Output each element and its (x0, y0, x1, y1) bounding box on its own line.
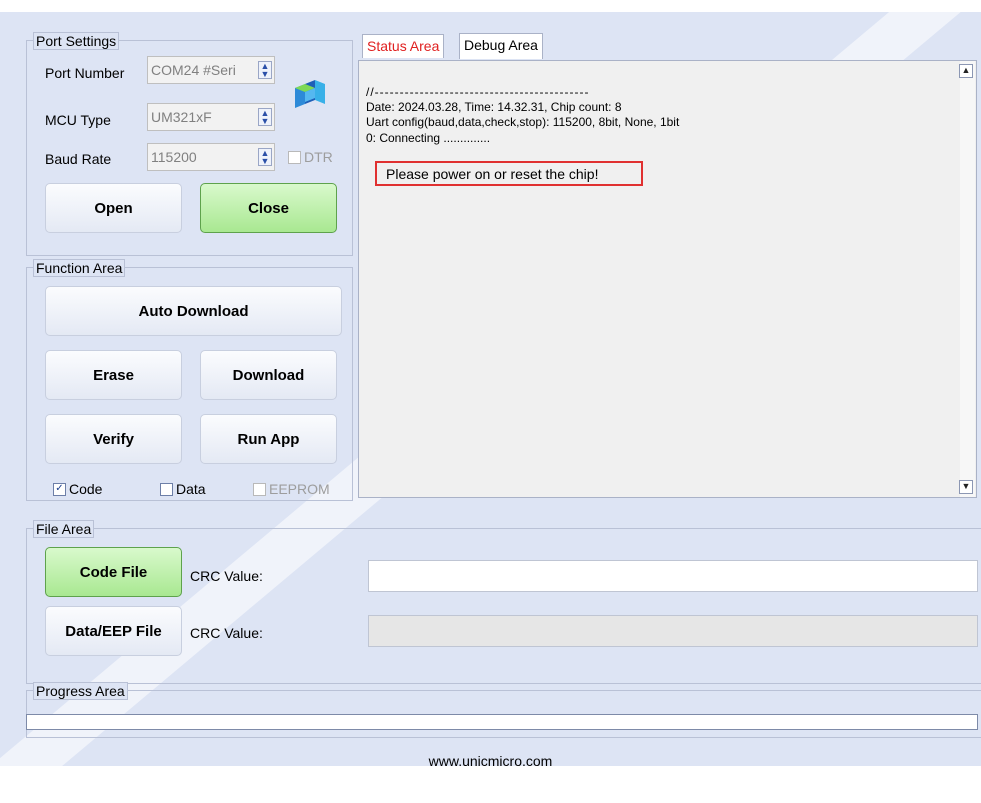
checkbox-box-icon (288, 150, 301, 164)
spin-arrows-icon[interactable]: ▲ ▼ (258, 148, 272, 166)
eeprom-label: EEPROM (269, 481, 330, 497)
file-area-legend: File Area (33, 520, 95, 538)
data-eep-file-button[interactable]: Data/EEP File (45, 606, 182, 656)
open-button[interactable]: Open (45, 183, 182, 233)
progress-area-legend: Progress Area (33, 682, 128, 700)
dtr-label: DTR (304, 149, 333, 165)
log-line: //--------------------------------------… (366, 85, 590, 99)
code-label: Code (69, 481, 103, 497)
log-line: Uart config(baud,data,check,stop): 11520… (366, 115, 680, 129)
baud-rate-value: 115200 (151, 149, 197, 165)
erase-button[interactable]: Erase (45, 350, 182, 400)
run-app-button[interactable]: Run App (200, 414, 337, 464)
footer-website: www.unicmicro.com (428, 753, 553, 769)
spin-arrows-icon[interactable]: ▲ ▼ (258, 61, 272, 79)
port-number-label: Port Number (45, 65, 125, 81)
app-logo-icon (293, 78, 327, 112)
checkbox-box-icon (160, 482, 173, 496)
crc-value-label-1: CRC Value: (190, 568, 263, 584)
scroll-up-icon[interactable]: ▲ (959, 64, 973, 78)
crc-value-label-2: CRC Value: (190, 625, 263, 641)
log-scrollbar[interactable]: ▲ ▼ (959, 61, 975, 497)
port-number-value: COM24 #Seri (151, 62, 236, 78)
data-checkbox[interactable]: Data (160, 481, 206, 497)
progress-bar (26, 714, 978, 730)
code-crc-field[interactable] (368, 560, 978, 592)
auto-download-button[interactable]: Auto Download (45, 286, 342, 336)
tab-status-area[interactable]: Status Area (362, 34, 445, 58)
function-area-legend: Function Area (33, 259, 126, 277)
scroll-down-icon[interactable]: ▼ (959, 480, 973, 494)
dtr-checkbox[interactable]: DTR (288, 149, 333, 165)
spin-arrows-icon[interactable]: ▲ ▼ (258, 108, 272, 126)
code-file-button[interactable]: Code File (45, 547, 182, 597)
baud-rate-label: Baud Rate (45, 151, 112, 167)
power-on-alert: Please power on or reset the chip! (375, 161, 643, 186)
data-label: Data (176, 481, 206, 497)
log-line: 0: Connecting .............. (366, 131, 491, 145)
mcu-type-select[interactable]: UM321xF ▲ ▼ (147, 103, 275, 131)
mcu-type-value: UM321xF (151, 109, 212, 125)
checkmark-icon: ✓ (53, 482, 66, 496)
port-number-select[interactable]: COM24 #Seri ▲ ▼ (147, 56, 275, 84)
baud-rate-select[interactable]: 115200 ▲ ▼ (147, 143, 275, 171)
download-button[interactable]: Download (200, 350, 337, 400)
port-settings-legend: Port Settings (33, 32, 120, 50)
eeprom-checkbox[interactable]: EEPROM (253, 481, 330, 497)
data-crc-field (368, 615, 978, 647)
main-window: Port Settings Port Number COM24 #Seri ▲ ▼… (0, 0, 981, 803)
alert-text: Please power on or reset the chip! (386, 166, 599, 182)
log-line: Date: 2024.03.28, Time: 14.32.31, Chip c… (366, 100, 622, 114)
close-button[interactable]: Close (200, 183, 337, 233)
tab-debug-area[interactable]: Debug Area (459, 33, 543, 59)
mcu-type-label: MCU Type (45, 112, 111, 128)
verify-button[interactable]: Verify (45, 414, 182, 464)
status-log[interactable]: //--------------------------------------… (358, 60, 977, 498)
code-checkbox[interactable]: ✓ Code (53, 481, 102, 497)
checkbox-box-icon (253, 482, 266, 496)
